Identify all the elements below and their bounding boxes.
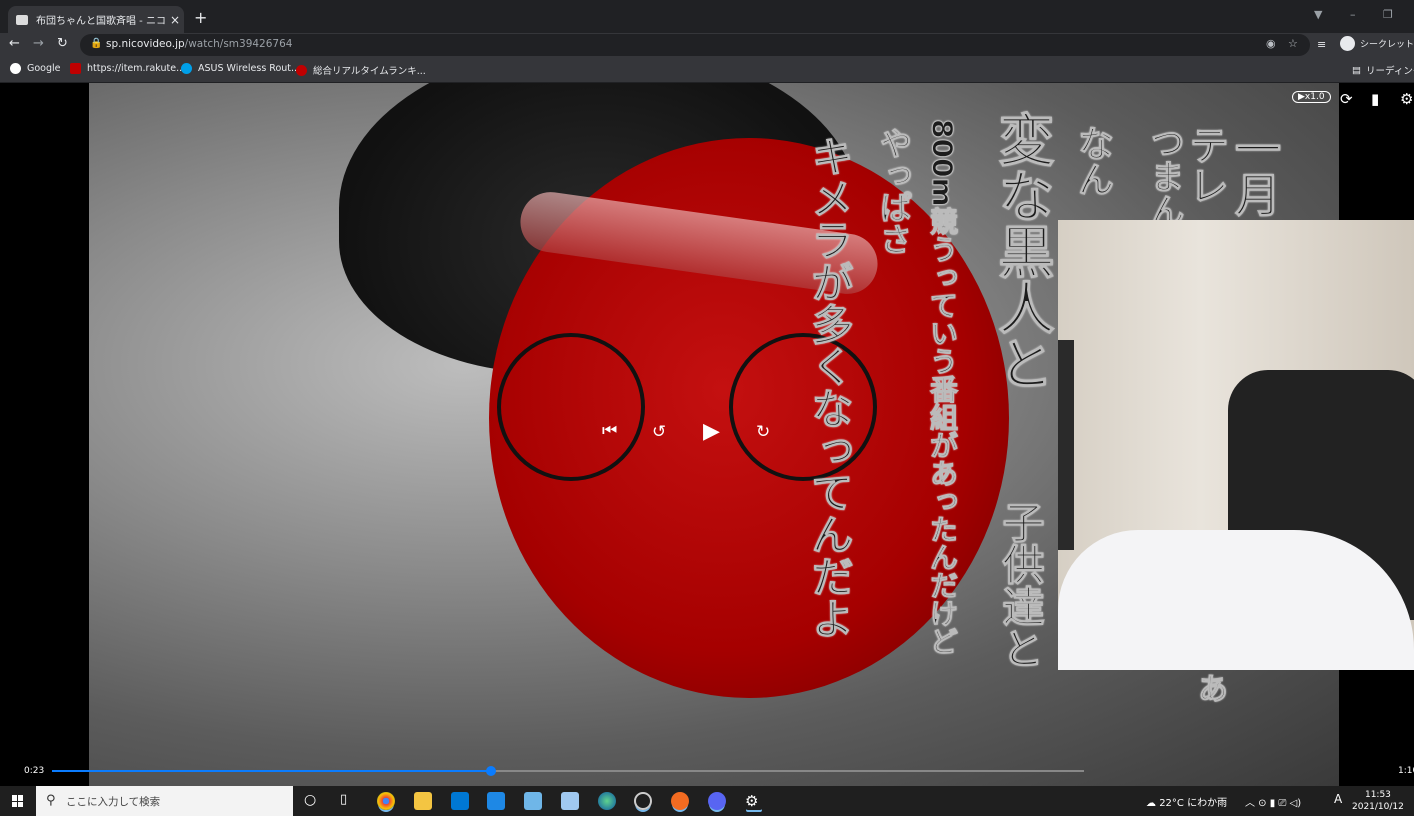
- url-text[interactable]: sp.nicovideo.jp/watch/sm39426764: [106, 38, 292, 50]
- origin-icon[interactable]: [671, 792, 689, 810]
- bookmark-label: https://item.rakute...: [87, 63, 186, 74]
- tab-close-icon[interactable]: ×: [170, 13, 180, 27]
- mail-icon[interactable]: [487, 792, 505, 810]
- tray-icons[interactable]: ︿ ⊙ ▮ ⎚ ◁): [1245, 794, 1301, 809]
- windows-taskbar: ⚲ ここに入力して検索 ○ ▯ ⚙ ☁ 22°C にわか雨 ︿ ⊙ ▮ ⎚ ◁)…: [0, 786, 1414, 816]
- niconico-favicon-icon: [16, 14, 28, 25]
- clock-date: 2021/10/12: [1352, 802, 1404, 812]
- duration: 1:10: [1398, 766, 1414, 776]
- paint-icon[interactable]: [561, 792, 579, 810]
- current-time: 0:23: [24, 766, 45, 776]
- wifi-icon: [181, 63, 192, 74]
- seek-bar-progress: [52, 770, 491, 772]
- edge-icon[interactable]: [598, 792, 616, 810]
- search-icon: ⚲: [46, 793, 56, 808]
- reading-list-icon: ▤: [1352, 64, 1361, 76]
- rewind-10-icon[interactable]: ↺: [652, 422, 666, 442]
- store-icon[interactable]: [451, 792, 469, 810]
- url-path: /watch/sm39426764: [184, 38, 293, 50]
- bookmark-label: ASUS Wireless Rout...: [198, 63, 301, 74]
- taskbar-search-box[interactable]: ⚲ ここに入力して検索: [36, 786, 293, 816]
- obs-icon[interactable]: [634, 792, 652, 810]
- reading-list-label: リーディング リ: [1365, 66, 1414, 77]
- incognito-label: シークレット: [1360, 40, 1414, 50]
- bookmark-label: 総合リアルタイムランキ...: [313, 66, 426, 77]
- bookmark-ranking[interactable]: 総合リアルタイムランキ...: [296, 63, 426, 77]
- chrome-icon[interactable]: [377, 792, 395, 810]
- forward-button[interactable]: →: [33, 36, 44, 51]
- restore-icon[interactable]: ❐: [1383, 8, 1393, 21]
- new-tab-button[interactable]: +: [194, 8, 207, 27]
- play-icon[interactable]: ▶: [703, 419, 720, 444]
- seek-bar[interactable]: [52, 766, 1084, 776]
- skip-to-start-icon[interactable]: ⏮: [602, 421, 617, 441]
- tab-title: 布団ちゃんと国歌斉唱 - ニコニコ動画: [36, 16, 166, 27]
- reading-list[interactable]: ▤ リーディング リ: [1352, 63, 1414, 78]
- address-bar[interactable]: 🔒 sp.nicovideo.jp/watch/sm39426764 ◉ ☆: [80, 34, 1310, 56]
- eye-off-icon[interactable]: ◉: [1266, 37, 1276, 50]
- task-view-icon[interactable]: ▯: [340, 792, 358, 810]
- discord-icon[interactable]: [708, 792, 726, 810]
- settings-icon[interactable]: ⚙: [745, 792, 763, 810]
- rakuten-icon: [70, 63, 81, 74]
- url-host: sp.nicovideo.jp: [106, 38, 185, 50]
- bookmark-asus[interactable]: ASUS Wireless Rout...: [181, 63, 300, 74]
- ranking-icon: [296, 64, 307, 76]
- settings-gear-icon[interactable]: ⚙: [1400, 90, 1413, 108]
- lock-icon[interactable]: 🔒: [90, 38, 102, 49]
- google-icon: [10, 63, 21, 74]
- taskbar-clock[interactable]: 11:53 2021/10/12: [1352, 789, 1404, 813]
- video-player[interactable]: 一月 テレ つまん なん 変な黒人と 子供達と 800m競うっていう番組があった…: [0, 83, 1414, 786]
- file-explorer-icon[interactable]: [414, 792, 432, 810]
- seek-bar-handle[interactable]: [485, 766, 496, 776]
- browser-toolbar: ← → ↻ 🔒 sp.nicovideo.jp/watch/sm39426764…: [0, 33, 1414, 57]
- bookmark-star-icon[interactable]: ☆: [1288, 37, 1298, 50]
- media-control-icon[interactable]: ≡: [1317, 38, 1326, 51]
- ime-indicator[interactable]: A: [1334, 792, 1342, 806]
- browser-tab[interactable]: 布団ちゃんと国歌斉唱 - ニコニコ動画 ×: [8, 6, 184, 33]
- comment-toggle-icon[interactable]: ▮: [1371, 90, 1379, 108]
- cortana-icon[interactable]: ○: [304, 792, 322, 810]
- weather-icon: ☁: [1146, 798, 1160, 809]
- playback-rate-button[interactable]: ▶x1.0: [1292, 91, 1331, 103]
- bookmark-rakuten[interactable]: https://item.rakute...: [70, 63, 185, 74]
- clock-time: 11:53: [1364, 790, 1391, 800]
- player-controls: ▶x1.0 ⟳ ▮ ⚙ ⏮ ↺ ▶ ↻ 0:23 1:10: [0, 83, 1414, 786]
- forward-10-icon[interactable]: ↻: [756, 422, 770, 442]
- minimize-icon[interactable]: –: [1350, 8, 1356, 21]
- search-placeholder: ここに入力して検索: [66, 796, 161, 808]
- bookmark-label: Google: [27, 63, 61, 74]
- app-icon[interactable]: [524, 792, 542, 810]
- loop-icon[interactable]: ⟳: [1340, 90, 1353, 108]
- reload-button[interactable]: ↻: [57, 36, 68, 51]
- weather-text: 22°C にわか雨: [1159, 798, 1228, 809]
- tab-strip: 布団ちゃんと国歌斉唱 - ニコニコ動画 × + ▼ – ❐: [0, 0, 1414, 33]
- bookmark-google[interactable]: Google: [10, 63, 61, 74]
- weather-widget[interactable]: ☁ 22°C にわか雨: [1146, 794, 1227, 809]
- incognito-icon: [1340, 36, 1355, 51]
- back-button[interactable]: ←: [9, 36, 20, 51]
- tab-search-icon[interactable]: ▼: [1314, 8, 1322, 21]
- incognito-indicator[interactable]: シークレット: [1340, 36, 1414, 51]
- windows-start-icon[interactable]: [12, 795, 24, 807]
- bookmarks-bar: Google https://item.rakute... ASUS Wirel…: [0, 57, 1414, 83]
